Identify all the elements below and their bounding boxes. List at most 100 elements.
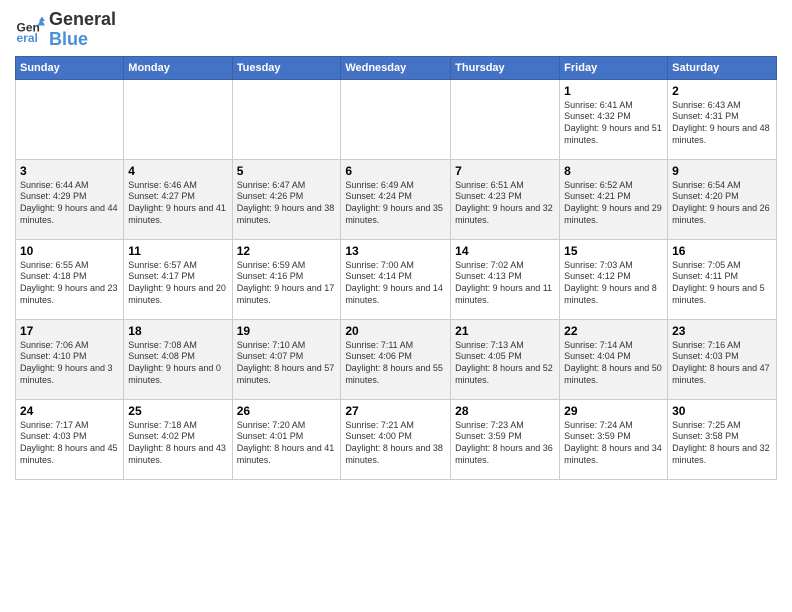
day-info: Sunrise: 6:43 AM Sunset: 4:31 PM Dayligh… [672, 100, 772, 147]
day-cell: 9Sunrise: 6:54 AM Sunset: 4:20 PM Daylig… [668, 159, 777, 239]
day-info: Sunrise: 7:06 AM Sunset: 4:10 PM Dayligh… [20, 340, 119, 387]
day-number: 5 [237, 164, 337, 178]
day-info: Sunrise: 7:02 AM Sunset: 4:13 PM Dayligh… [455, 260, 555, 307]
day-cell: 13Sunrise: 7:00 AM Sunset: 4:14 PM Dayli… [341, 239, 451, 319]
day-cell: 1 Sunrise: 6:41 AM Sunset: 4:32 PM Daylig… [560, 79, 668, 159]
day-info: Sunrise: 7:05 AM Sunset: 4:11 PM Dayligh… [672, 260, 772, 307]
day-header-saturday: Saturday [668, 56, 777, 79]
day-cell [16, 79, 124, 159]
day-number: 12 [237, 244, 337, 258]
day-info: Sunrise: 6:55 AM Sunset: 4:18 PM Dayligh… [20, 260, 119, 307]
day-info: Sunrise: 6:59 AM Sunset: 4:16 PM Dayligh… [237, 260, 337, 307]
day-header-monday: Monday [124, 56, 232, 79]
day-number: 11 [128, 244, 227, 258]
logo: Gen eral General Blue [15, 10, 116, 50]
calendar-container: Gen eral General Blue SundayMondayTuesda… [0, 0, 792, 490]
day-number: 6 [345, 164, 446, 178]
day-info: Sunrise: 7:17 AM Sunset: 4:03 PM Dayligh… [20, 420, 119, 467]
day-info: Sunrise: 7:10 AM Sunset: 4:07 PM Dayligh… [237, 340, 337, 387]
day-number: 14 [455, 244, 555, 258]
day-cell: 10 Sunrise: 6:55 AM Sunset: 4:18 PM Dayli… [16, 239, 124, 319]
day-cell: 27 Sunrise: 7:21 AM Sunset: 4:00 PM Dayli… [341, 399, 451, 479]
day-info: Sunrise: 7:21 AM Sunset: 4:00 PM Dayligh… [345, 420, 446, 467]
day-cell: 3 Sunrise: 6:44 AM Sunset: 4:29 PM Daylig… [16, 159, 124, 239]
day-cell: 24 Sunrise: 7:17 AM Sunset: 4:03 PM Dayli… [16, 399, 124, 479]
day-cell: 4 Sunrise: 6:46 AM Sunset: 4:27 PM Daylig… [124, 159, 232, 239]
day-number: 7 [455, 164, 555, 178]
day-cell: 17 Sunrise: 7:06 AM Sunset: 4:10 PM Dayli… [16, 319, 124, 399]
day-number: 4 [128, 164, 227, 178]
day-number: 1 [564, 84, 663, 98]
day-info: Sunrise: 7:23 AM Sunset: 3:59 PM Dayligh… [455, 420, 555, 467]
logo-text: General Blue [49, 10, 116, 50]
day-number: 9 [672, 164, 772, 178]
day-cell: 21 Sunrise: 7:13 AM Sunset: 4:05 PM Dayli… [451, 319, 560, 399]
week-row-3: 17 Sunrise: 7:06 AM Sunset: 4:10 PM Dayli… [16, 319, 777, 399]
day-number: 24 [20, 404, 119, 418]
svg-text:eral: eral [17, 31, 38, 45]
day-header-tuesday: Tuesday [232, 56, 341, 79]
calendar-header-row: SundayMondayTuesdayWednesdayThursdayFrid… [16, 56, 777, 79]
day-number: 13 [345, 244, 446, 258]
day-info: Sunrise: 7:14 AM Sunset: 4:04 PM Dayligh… [564, 340, 663, 387]
day-number: 19 [237, 324, 337, 338]
day-cell: 12 Sunrise: 6:59 AM Sunset: 4:16 PM Dayli… [232, 239, 341, 319]
week-row-2: 10 Sunrise: 6:55 AM Sunset: 4:18 PM Dayli… [16, 239, 777, 319]
day-info: Sunrise: 7:16 AM Sunset: 4:03 PM Dayligh… [672, 340, 772, 387]
day-cell: 8Sunrise: 6:52 AM Sunset: 4:21 PM Daylig… [560, 159, 668, 239]
day-number: 30 [672, 404, 772, 418]
day-cell: 20Sunrise: 7:11 AM Sunset: 4:06 PM Dayli… [341, 319, 451, 399]
day-cell: 14 Sunrise: 7:02 AM Sunset: 4:13 PM Dayli… [451, 239, 560, 319]
day-info: Sunrise: 7:11 AM Sunset: 4:06 PM Dayligh… [345, 340, 446, 387]
day-cell [341, 79, 451, 159]
day-cell: 5 Sunrise: 6:47 AM Sunset: 4:26 PM Daylig… [232, 159, 341, 239]
header: Gen eral General Blue [15, 10, 777, 50]
day-cell: 19 Sunrise: 7:10 AM Sunset: 4:07 PM Dayli… [232, 319, 341, 399]
day-number: 18 [128, 324, 227, 338]
day-cell: 22 Sunrise: 7:14 AM Sunset: 4:04 PM Dayli… [560, 319, 668, 399]
day-cell: 2 Sunrise: 6:43 AM Sunset: 4:31 PM Daylig… [668, 79, 777, 159]
day-number: 10 [20, 244, 119, 258]
logo-icon: Gen eral [15, 15, 45, 45]
day-number: 15 [564, 244, 663, 258]
week-row-4: 24 Sunrise: 7:17 AM Sunset: 4:03 PM Dayli… [16, 399, 777, 479]
day-cell: 16 Sunrise: 7:05 AM Sunset: 4:11 PM Dayli… [668, 239, 777, 319]
day-info: Sunrise: 6:49 AM Sunset: 4:24 PM Dayligh… [345, 180, 446, 227]
day-number: 2 [672, 84, 772, 98]
day-cell: 18 Sunrise: 7:08 AM Sunset: 4:08 PM Dayli… [124, 319, 232, 399]
day-number: 27 [345, 404, 446, 418]
day-header-friday: Friday [560, 56, 668, 79]
day-info: Sunrise: 7:03 AM Sunset: 4:12 PM Dayligh… [564, 260, 663, 307]
day-header-wednesday: Wednesday [341, 56, 451, 79]
day-info: Sunrise: 6:44 AM Sunset: 4:29 PM Dayligh… [20, 180, 119, 227]
day-cell: 7Sunrise: 6:51 AM Sunset: 4:23 PM Daylig… [451, 159, 560, 239]
day-cell: 15 Sunrise: 7:03 AM Sunset: 4:12 PM Dayli… [560, 239, 668, 319]
day-info: Sunrise: 7:24 AM Sunset: 3:59 PM Dayligh… [564, 420, 663, 467]
day-info: Sunrise: 6:41 AM Sunset: 4:32 PM Dayligh… [564, 100, 663, 147]
day-number: 21 [455, 324, 555, 338]
week-row-0: 1 Sunrise: 6:41 AM Sunset: 4:32 PM Daylig… [16, 79, 777, 159]
day-number: 3 [20, 164, 119, 178]
week-row-1: 3 Sunrise: 6:44 AM Sunset: 4:29 PM Daylig… [16, 159, 777, 239]
day-info: Sunrise: 7:08 AM Sunset: 4:08 PM Dayligh… [128, 340, 227, 387]
day-cell: 6 Sunrise: 6:49 AM Sunset: 4:24 PM Daylig… [341, 159, 451, 239]
day-info: Sunrise: 6:47 AM Sunset: 4:26 PM Dayligh… [237, 180, 337, 227]
day-info: Sunrise: 7:13 AM Sunset: 4:05 PM Dayligh… [455, 340, 555, 387]
day-cell: 30Sunrise: 7:25 AM Sunset: 3:58 PM Dayli… [668, 399, 777, 479]
day-number: 26 [237, 404, 337, 418]
day-info: Sunrise: 7:20 AM Sunset: 4:01 PM Dayligh… [237, 420, 337, 467]
day-number: 16 [672, 244, 772, 258]
day-info: Sunrise: 6:46 AM Sunset: 4:27 PM Dayligh… [128, 180, 227, 227]
day-cell [451, 79, 560, 159]
day-number: 29 [564, 404, 663, 418]
day-info: Sunrise: 6:57 AM Sunset: 4:17 PM Dayligh… [128, 260, 227, 307]
day-number: 22 [564, 324, 663, 338]
calendar-table: SundayMondayTuesdayWednesdayThursdayFrid… [15, 56, 777, 480]
day-number: 8 [564, 164, 663, 178]
day-header-thursday: Thursday [451, 56, 560, 79]
day-cell [124, 79, 232, 159]
day-cell: 28Sunrise: 7:23 AM Sunset: 3:59 PM Dayli… [451, 399, 560, 479]
day-number: 17 [20, 324, 119, 338]
day-info: Sunrise: 7:18 AM Sunset: 4:02 PM Dayligh… [128, 420, 227, 467]
day-cell: 29 Sunrise: 7:24 AM Sunset: 3:59 PM Dayli… [560, 399, 668, 479]
